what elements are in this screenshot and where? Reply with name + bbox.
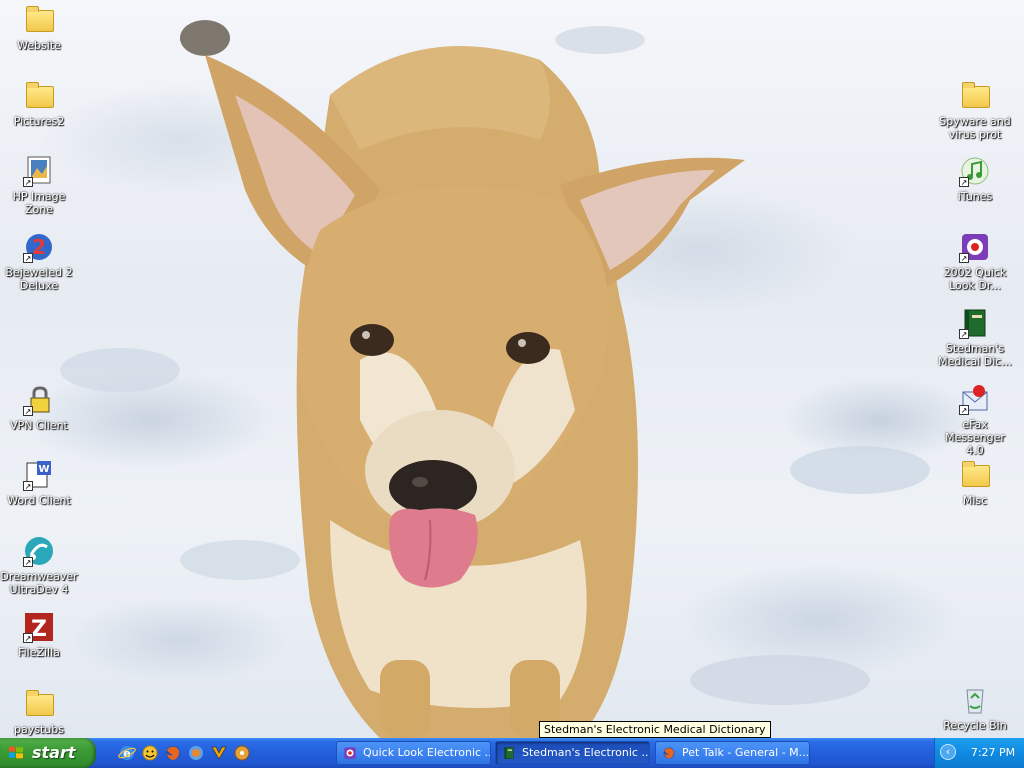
taskbar: start e Quick Look Electronic ... Stedman… <box>0 738 1024 768</box>
shortcut-arrow-icon: ↗ <box>23 557 33 567</box>
quick-look-icon <box>343 746 357 760</box>
hp-image-zone-icon: ↗ <box>23 155 55 187</box>
desktop-icon[interactable]: ↗ Dreamweaver UltraDev 4 <box>0 535 78 596</box>
shortcut-arrow-icon: ↗ <box>23 177 33 187</box>
dog-in-snow-photo <box>60 20 930 738</box>
clock: 7:27 PM <box>970 746 1016 759</box>
desktop-icon[interactable]: ↗ iTunes <box>936 155 1014 203</box>
itunes-icon: ↗ <box>959 155 991 187</box>
desktop-icon-label: Misc <box>962 494 988 507</box>
messenger-icon[interactable] <box>141 744 159 762</box>
desktop-icon[interactable]: Pictures2 <box>0 80 78 128</box>
folder-icon <box>23 688 55 720</box>
folder-icon <box>23 80 55 112</box>
desktop-icon[interactable]: 2 ↗ Bejeweled 2 Deluxe <box>0 231 78 292</box>
svg-text:2: 2 <box>32 235 46 259</box>
stedmans-book-icon: ↗ <box>959 307 991 339</box>
taskbar-button-label: Pet Talk - General - M... <box>682 746 810 759</box>
bejeweled-icon: 2 ↗ <box>23 231 55 263</box>
desktop-icon-label: paystubs <box>14 723 64 736</box>
desktop-wallpaper <box>0 0 1024 738</box>
desktop-icon-label: Website <box>17 39 61 52</box>
folder-icon <box>959 459 991 491</box>
shortcut-arrow-icon: ↗ <box>959 329 969 339</box>
shortcut-arrow-icon: ↗ <box>959 253 969 263</box>
desktop-icon-label: VPN Client <box>10 419 68 432</box>
firefox-icon[interactable] <box>164 744 182 762</box>
shortcut-arrow-icon: ↗ <box>23 253 33 263</box>
desktop-icon[interactable]: ↗ HP Image Zone <box>0 155 78 216</box>
desktop-icon[interactable]: Spyware and virus prot <box>936 80 1014 141</box>
desktop-icon-label: Dreamweaver UltraDev 4 <box>0 570 78 596</box>
desktop-icon[interactable]: W ↗ Word Client <box>0 459 78 507</box>
taskbar-button-label: Stedman's Electronic ... <box>522 746 650 759</box>
filezilla-icon: Z ↗ <box>23 611 55 643</box>
svg-text:W: W <box>38 464 49 475</box>
stedmans-book-icon <box>502 746 516 760</box>
desktop-icon[interactable]: ↗ VPN Client <box>0 384 78 432</box>
desktop-icon-label: Stedman's Medical Dic... <box>938 342 1012 368</box>
desktop-icon[interactable]: ↗ eFax Messenger 4.0 <box>936 383 1014 457</box>
taskbar-button[interactable]: Stedman's Electronic ... <box>495 741 650 765</box>
recycle-bin-icon <box>959 684 991 716</box>
desktop-icon-label: FileZilla <box>18 646 60 659</box>
shortcut-arrow-icon: ↗ <box>23 633 33 643</box>
desktop-icon[interactable]: Misc <box>936 459 1014 507</box>
winamp-icon[interactable] <box>210 744 228 762</box>
desktop-icon-label: Word Client <box>7 494 71 507</box>
shortcut-arrow-icon: ↗ <box>959 405 969 415</box>
shortcut-arrow-icon: ↗ <box>23 481 33 491</box>
folder-icon <box>959 80 991 112</box>
svg-text:Z: Z <box>31 617 47 642</box>
desktop-icon-label: iTunes <box>957 190 993 203</box>
desktop-icon-label: Recycle Bin <box>943 719 1007 732</box>
internet-explorer-icon[interactable]: e <box>118 744 136 762</box>
desktop-icon[interactable]: Z ↗ FileZilla <box>0 611 78 659</box>
desktop-icon[interactable]: Website <box>0 4 78 52</box>
desktop-icon[interactable]: Recycle Bin <box>936 684 1014 732</box>
desktop-icon-label: HP Image Zone <box>12 190 66 216</box>
shortcut-arrow-icon: ↗ <box>23 406 33 416</box>
firefox-icon <box>662 746 676 760</box>
media-icon[interactable] <box>233 744 251 762</box>
taskbar-tooltip: Stedman's Electronic Medical Dictionary <box>539 721 771 738</box>
word-client-icon: W ↗ <box>23 459 55 491</box>
shortcut-arrow-icon: ↗ <box>959 177 969 187</box>
desktop-icon-label: 2002 Quick Look Dr... <box>943 266 1007 292</box>
browser-icon[interactable] <box>187 744 205 762</box>
dreamweaver-icon: ↗ <box>23 535 55 567</box>
windows-logo-icon <box>9 746 23 759</box>
efax-icon: ↗ <box>959 383 991 415</box>
quick-look-icon: ↗ <box>959 231 991 263</box>
desktop-icon[interactable]: ↗ Stedman's Medical Dic... <box>936 307 1014 368</box>
desktop-icon[interactable]: ↗ 2002 Quick Look Dr... <box>936 231 1014 292</box>
taskbar-button[interactable]: Pet Talk - General - M... <box>655 741 810 765</box>
start-button[interactable]: start <box>0 738 96 768</box>
show-hidden-icons-chevron-icon[interactable]: ‹ <box>940 744 956 760</box>
system-tray: ‹ 7:27 PM <box>934 738 1024 768</box>
taskbar-button[interactable]: Quick Look Electronic ... <box>336 741 491 765</box>
desktop-icon-label: Pictures2 <box>13 115 65 128</box>
taskbar-button-label: Quick Look Electronic ... <box>363 746 491 759</box>
desktop-icon-label: eFax Messenger 4.0 <box>945 418 1005 457</box>
desktop-icon[interactable]: paystubs <box>0 688 78 736</box>
vpn-lock-icon: ↗ <box>23 384 55 416</box>
folder-icon <box>23 4 55 36</box>
desktop-icon-label: Spyware and virus prot <box>939 115 1011 141</box>
desktop-icon-label: Bejeweled 2 Deluxe <box>5 266 73 292</box>
start-label: start <box>32 743 76 762</box>
